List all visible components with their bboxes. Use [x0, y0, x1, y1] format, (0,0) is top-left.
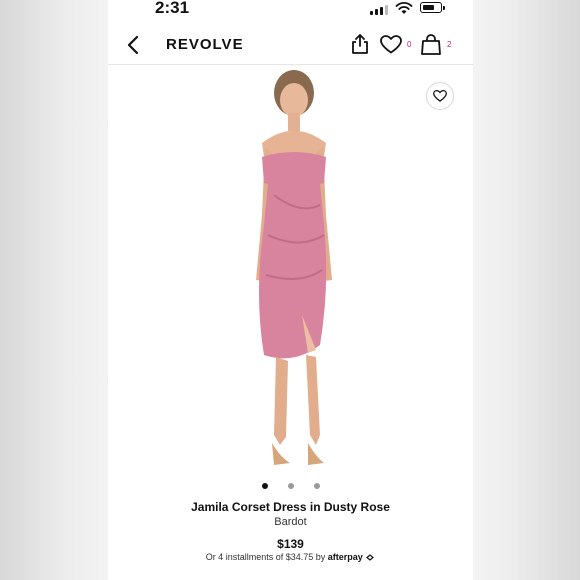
product-designer[interactable]: Bardot [108, 516, 473, 528]
afterpay-loop-icon [366, 554, 375, 561]
product-header: REVOLVE 0 2 [108, 28, 473, 65]
cellular-signal-icon [370, 4, 388, 15]
wishlist-heart-icon [433, 90, 447, 102]
image-pagination [108, 483, 473, 491]
shopping-bag-icon[interactable] [421, 34, 441, 55]
pagination-dot[interactable] [314, 483, 320, 489]
bag-count: 2 [447, 40, 452, 49]
status-bar: 2:31 [108, 0, 473, 22]
background-blur-right [473, 0, 580, 580]
battery-icon [420, 2, 445, 13]
pagination-dot-active[interactable] [262, 483, 268, 489]
product-image-carousel[interactable] [108, 65, 473, 475]
status-time: 2:31 [155, 0, 190, 17]
back-arrow-icon[interactable] [124, 34, 144, 56]
product-price: $139 [277, 537, 304, 551]
afterpay-logo[interactable]: afterpay [328, 552, 363, 562]
pagination-dot[interactable] [288, 483, 294, 489]
installments-text: Or 4 installments of $34.75 by [205, 552, 326, 562]
installments-info: Or 4 installments of $34.75 by afterpay [108, 552, 473, 562]
wifi-icon [395, 2, 413, 14]
share-icon[interactable] [351, 34, 369, 54]
wishlist-button[interactable] [426, 82, 454, 110]
product-model-image [256, 70, 332, 465]
product-title: Jamila Corset Dress in Dusty Rose [191, 500, 390, 514]
wishlist-count: 0 [407, 40, 412, 49]
heart-icon[interactable] [380, 35, 402, 54]
background-blur-left [0, 0, 108, 580]
brand-logo[interactable]: REVOLVE [166, 36, 244, 53]
phone-screen: 2:31 REVOLVE 0 2 Jamila Corset Dress in … [108, 0, 473, 580]
